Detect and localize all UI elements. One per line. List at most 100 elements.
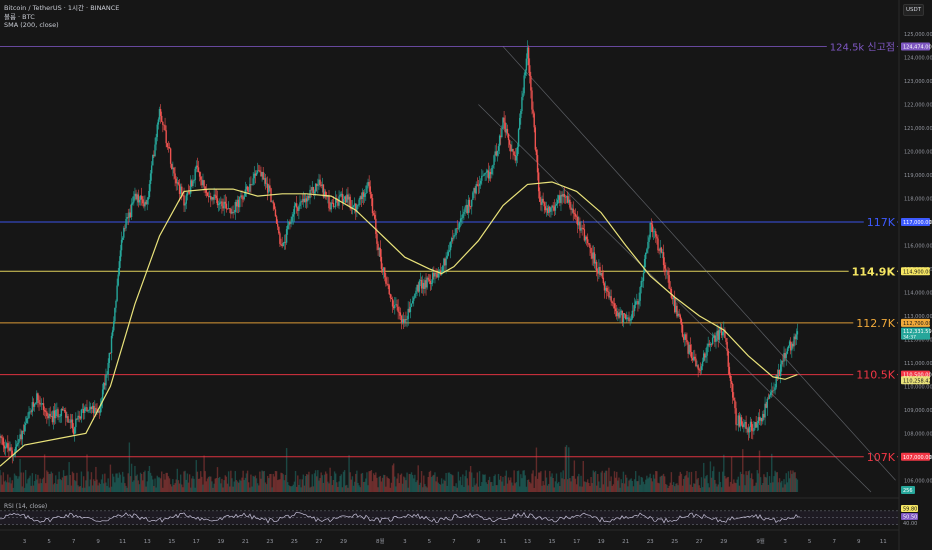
- candle-body: [574, 213, 577, 217]
- price-chart[interactable]: 124.5k 신고점 117K 114.9K 112.7K 110.5K 107K 106…: [0, 0, 932, 550]
- candle-body: [290, 221, 292, 224]
- candle-body: [454, 234, 456, 236]
- candle-body: [492, 165, 494, 168]
- x-tick-label: 23: [266, 539, 273, 545]
- candle-body: [34, 403, 37, 404]
- candle-body: [753, 427, 755, 432]
- x-tick-label: 27: [696, 539, 703, 545]
- candle-body: [554, 205, 557, 211]
- candle-body: [787, 345, 790, 349]
- candle-body: [67, 416, 69, 423]
- candle-body: [695, 358, 697, 367]
- candle-body: [629, 320, 631, 322]
- candle-body: [698, 369, 700, 371]
- candle-body: [463, 211, 465, 215]
- currency-button[interactable]: USDT: [903, 4, 924, 16]
- candle-body: [184, 203, 186, 206]
- candle-body: [728, 366, 731, 376]
- candle-body: [740, 417, 743, 425]
- rsi-indicator-label[interactable]: RSI (14, close): [4, 503, 47, 510]
- candle-body: [243, 196, 245, 200]
- candle-body: [108, 352, 110, 363]
- y-tick-label: 125,000.00: [904, 32, 932, 38]
- candle-body: [745, 421, 747, 429]
- candle-body: [427, 277, 429, 280]
- candle-body: [374, 214, 376, 219]
- candle-body: [539, 191, 541, 202]
- candle-body: [155, 137, 157, 145]
- candle-body: [26, 418, 28, 424]
- candle-body: [680, 319, 683, 325]
- candle-body: [614, 308, 617, 312]
- y-tick-label: 106,000.00: [904, 478, 932, 484]
- candle-body: [786, 348, 789, 354]
- x-tick-label: 27: [315, 539, 322, 545]
- candle-body: [274, 209, 277, 217]
- level-price-tag: 112,700.00: [903, 321, 932, 327]
- candle-body: [718, 330, 721, 340]
- candle-body: [173, 167, 175, 174]
- candle-body: [442, 265, 444, 272]
- candle-body: [587, 239, 589, 244]
- volume-indicator-label[interactable]: 볼륨 · BTC: [4, 13, 119, 22]
- sma-indicator-label[interactable]: SMA (200, close): [4, 21, 119, 30]
- volume-tag: 256: [903, 488, 913, 494]
- candle-body: [651, 224, 654, 232]
- candle-body: [251, 184, 253, 186]
- rsi-value-tag: 59.80: [903, 507, 917, 513]
- candle-body: [497, 146, 500, 151]
- candle-body: [476, 184, 479, 186]
- candle-body: [146, 199, 148, 205]
- candle-body: [681, 324, 684, 337]
- candle-body: [198, 172, 201, 177]
- candle-body: [57, 409, 59, 418]
- y-tick-label: 123,000.00: [904, 79, 932, 85]
- candle-body: [317, 185, 319, 187]
- candle-body: [282, 243, 284, 247]
- candle-body: [233, 211, 235, 213]
- candle-body: [573, 212, 576, 214]
- candle-body: [508, 140, 511, 145]
- candle-body: [519, 117, 521, 130]
- candle-body: [585, 236, 588, 240]
- rsi-pane: [0, 510, 898, 525]
- candle-body: [415, 290, 417, 295]
- candle-body: [668, 275, 670, 289]
- candle-body: [161, 115, 163, 122]
- candle-body: [435, 272, 437, 274]
- candle-body: [166, 143, 168, 148]
- candle-body: [269, 185, 271, 189]
- x-tick-label: 29: [340, 539, 347, 545]
- candle-body: [542, 198, 544, 203]
- candle-body: [80, 409, 83, 419]
- symbol-title[interactable]: Bitcoin / TetherUS · 1시간 · BINANCE: [4, 4, 119, 13]
- candle-body: [275, 216, 278, 224]
- level-price-tag: 107,000.00: [903, 455, 932, 461]
- candle-body: [33, 403, 36, 407]
- candle-body: [162, 121, 164, 125]
- candle-body: [147, 197, 150, 200]
- candle-body: [491, 167, 493, 175]
- candle-body: [543, 202, 545, 207]
- x-tick-label: 19: [217, 539, 224, 545]
- x-tick-label: 15: [549, 539, 556, 545]
- x-tick-label: 9월: [756, 537, 765, 545]
- candle-body: [529, 65, 531, 77]
- candle-body: [656, 236, 658, 239]
- candle-body: [647, 242, 649, 250]
- level-price-tag: 117,000.00: [903, 220, 932, 226]
- candle-body: [795, 334, 797, 340]
- y-tick-label: 116,000.00: [904, 243, 932, 249]
- x-tick-label: 25: [671, 539, 678, 545]
- candle-body: [398, 311, 400, 313]
- candle-body: [582, 227, 584, 230]
- candle-body: [239, 196, 241, 208]
- candle-body: [469, 206, 472, 208]
- candle-body: [40, 403, 42, 405]
- candle-body: [418, 280, 421, 292]
- candle-body: [363, 194, 366, 197]
- candle-body: [71, 419, 74, 429]
- candle-body: [694, 356, 696, 359]
- candle-body: [721, 331, 724, 336]
- x-tick-label: 9: [96, 539, 100, 545]
